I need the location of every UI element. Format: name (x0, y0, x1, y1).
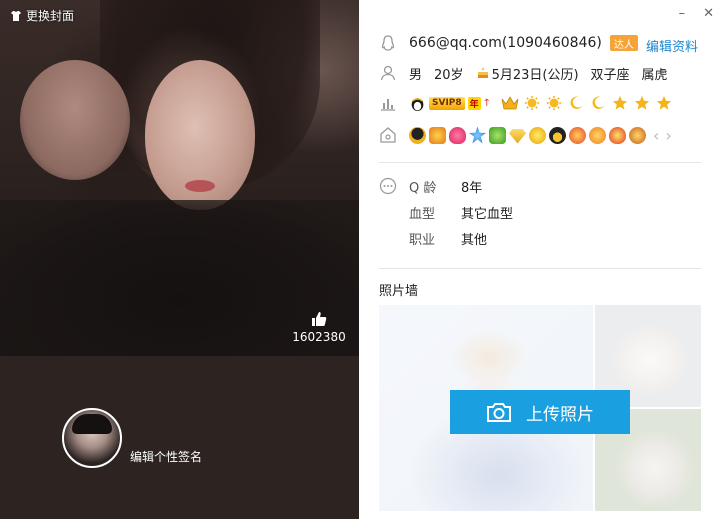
basic-info-row: 男 20岁 5月23日(公历) 双子座 属虎 (379, 62, 680, 84)
minimize-button[interactable]: – (679, 6, 686, 21)
ball-badge-icon[interactable] (589, 126, 606, 144)
green-badge-icon[interactable] (489, 126, 506, 144)
chinese-zodiac: 属虎 (641, 67, 668, 83)
window-controls: – ✕ (679, 6, 714, 21)
yellow-badge-icon[interactable] (529, 126, 546, 144)
shirt-icon (11, 10, 21, 21)
heart-badge-icon[interactable] (449, 126, 466, 144)
change-cover-button[interactable]: 更换封面 (10, 7, 74, 24)
change-cover-label: 更换封面 (26, 9, 75, 23)
bird-badge-icon[interactable] (549, 126, 566, 144)
camera-icon (487, 403, 511, 422)
gender: 男 (409, 67, 423, 83)
star-badge-icon[interactable] (469, 126, 486, 144)
thumbs-up-icon (312, 312, 327, 326)
penguin-badge-icon[interactable] (409, 126, 426, 144)
moon-icon-1[interactable] (567, 95, 585, 111)
badges-prev-button[interactable]: ‹ (653, 126, 659, 145)
job-row: 职业 其他 (379, 227, 487, 249)
year-badge[interactable]: 年 (467, 96, 481, 110)
daren-badge-label: 达人 (613, 39, 634, 51)
email-qq: 666@qq.com(1090460846) (409, 35, 602, 51)
account-row: 666@qq.com(1090460846) 达人 (379, 32, 638, 54)
penguin-icon (381, 35, 395, 51)
birthday: 5月23日(公历) (491, 67, 579, 83)
moon-icon-2[interactable] (589, 95, 607, 111)
pet-badge-icon[interactable] (629, 126, 646, 144)
divider-1 (379, 162, 701, 163)
upload-photo-label: 上传照片 (526, 404, 594, 425)
photo-wall-title: 照片墙 (379, 284, 419, 299)
job-value: 其他 (461, 232, 488, 248)
job-label: 职业 (409, 232, 436, 248)
service-badges-row: ‹ › (379, 124, 672, 146)
blood-value: 其它血型 (461, 206, 514, 222)
badges-next-button[interactable]: › (665, 126, 671, 145)
house-icon (380, 127, 396, 143)
edit-profile-link[interactable]: 编辑资料 (646, 36, 698, 55)
game-badge-icon[interactable] (429, 126, 446, 144)
age: 20岁 (434, 67, 464, 83)
cover-hand-shape (20, 60, 130, 180)
cake-icon (477, 67, 488, 78)
qage-row: Q 龄 8年 (379, 175, 482, 197)
signature-edit[interactable]: 编辑个性签名 (130, 448, 202, 465)
diamond-badge-icon[interactable] (509, 129, 526, 144)
close-button[interactable]: ✕ (703, 6, 714, 21)
vip-level-row: SVIP8 年 ↑ (379, 92, 677, 114)
daren-badge[interactable]: 达人 (609, 35, 638, 51)
signature-area: 编辑个性签名 (0, 356, 359, 519)
qage-label: Q 龄 (409, 180, 437, 196)
avatar[interactable] (62, 408, 122, 468)
cover-pane: 更换封面 1602380 编辑个性签名 (0, 0, 359, 519)
blood-label: 血型 (409, 206, 436, 222)
cover-photo (0, 0, 359, 356)
level-chart-icon (381, 99, 395, 111)
photo-wall: 上传照片 (379, 305, 701, 511)
svip-badge[interactable]: SVIP8 (429, 96, 465, 110)
zodiac: 双子座 (590, 67, 630, 83)
like-widget[interactable]: 1602380 (289, 310, 349, 344)
scrollbar[interactable] (718, 0, 724, 519)
star-icon-2[interactable] (633, 95, 651, 111)
info-pane: – ✕ 666@qq.com(1090460846) 达人 编辑资料 男 20岁… (359, 0, 724, 519)
star-icon-1[interactable] (611, 95, 629, 111)
fire-badge-icon[interactable] (609, 126, 626, 144)
music-badge-icon[interactable] (569, 126, 586, 144)
upload-photo-button[interactable]: 上传照片 (450, 390, 630, 434)
sun-icon-2[interactable] (545, 95, 563, 111)
user-icon (380, 65, 396, 81)
star-icon-3[interactable] (655, 95, 673, 111)
more-icon (379, 177, 397, 195)
qage-value: 8年 (461, 180, 483, 196)
penguin-vip-icon (411, 97, 424, 111)
like-count: 1602380 (292, 330, 346, 344)
sun-icon-1[interactable] (523, 95, 541, 111)
cover-lips-shape (185, 180, 215, 192)
blood-row: 血型 其它血型 (379, 201, 513, 223)
divider-2 (379, 268, 701, 269)
level-up-arrow: ↑ (482, 97, 492, 109)
crown-icon[interactable] (501, 95, 519, 111)
